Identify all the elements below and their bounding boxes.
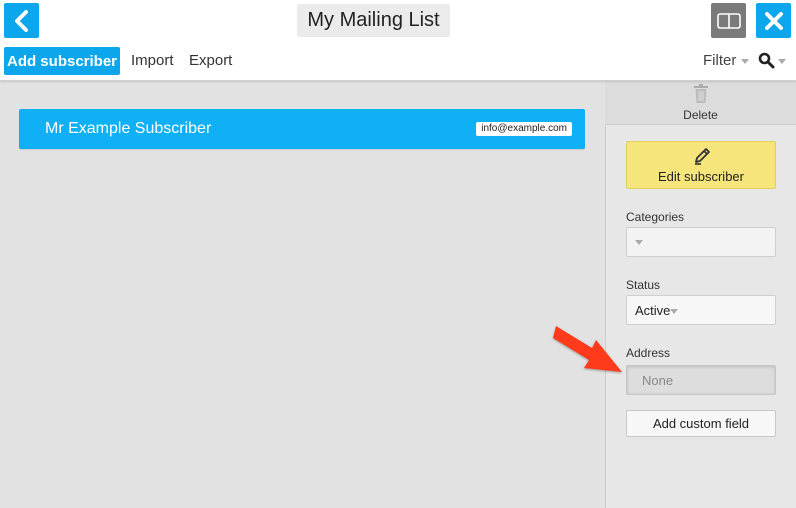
close-icon (764, 11, 783, 30)
address-field[interactable]: None (626, 365, 776, 395)
delete-label: Delete (683, 108, 718, 122)
chevron-down-icon (635, 240, 643, 245)
categories-value (635, 235, 643, 245)
add-custom-field-button[interactable]: Add custom field (626, 410, 776, 437)
subscriber-name: Mr Example Subscriber (45, 120, 212, 137)
back-button[interactable] (4, 3, 39, 38)
status-value: Active (635, 303, 679, 318)
import-link[interactable]: Import (131, 52, 174, 69)
annotation-arrow-icon (553, 326, 622, 372)
close-button[interactable] (756, 3, 791, 38)
status-selected: Active (635, 303, 671, 318)
delete-button[interactable]: Delete (605, 81, 796, 125)
split-view-icon (716, 12, 741, 29)
chevron-down-icon (670, 309, 679, 314)
pencil-icon (695, 148, 710, 165)
search-button[interactable] (758, 52, 786, 69)
chevron-left-icon (14, 9, 28, 32)
address-value: None (642, 373, 674, 388)
chevron-down-icon (778, 59, 786, 64)
search-icon (758, 52, 775, 69)
page-title: My Mailing List (297, 4, 450, 37)
categories-select[interactable] (626, 227, 776, 257)
top-bar: My Mailing List Add subscriber Import Ex… (0, 0, 796, 81)
split-view-button[interactable] (711, 3, 746, 38)
list-item[interactable]: Mr Example Subscriber info@example.com (19, 109, 585, 149)
status-label: Status (626, 278, 661, 292)
edit-subscriber-button[interactable]: Edit subscriber (626, 141, 776, 189)
export-link[interactable]: Export (189, 52, 232, 69)
status-select[interactable]: Active (626, 295, 776, 325)
email-badge: info@example.com (476, 122, 572, 136)
address-label: Address (626, 346, 671, 360)
trash-icon (694, 84, 708, 103)
filter-dropdown[interactable]: Filter (703, 52, 750, 69)
add-subscriber-button[interactable]: Add subscriber (4, 47, 120, 75)
filter-label: Filter (703, 52, 737, 69)
categories-label: Categories (626, 210, 685, 224)
edit-subscriber-label: Edit subscriber (658, 169, 744, 184)
chevron-down-icon (741, 59, 750, 64)
